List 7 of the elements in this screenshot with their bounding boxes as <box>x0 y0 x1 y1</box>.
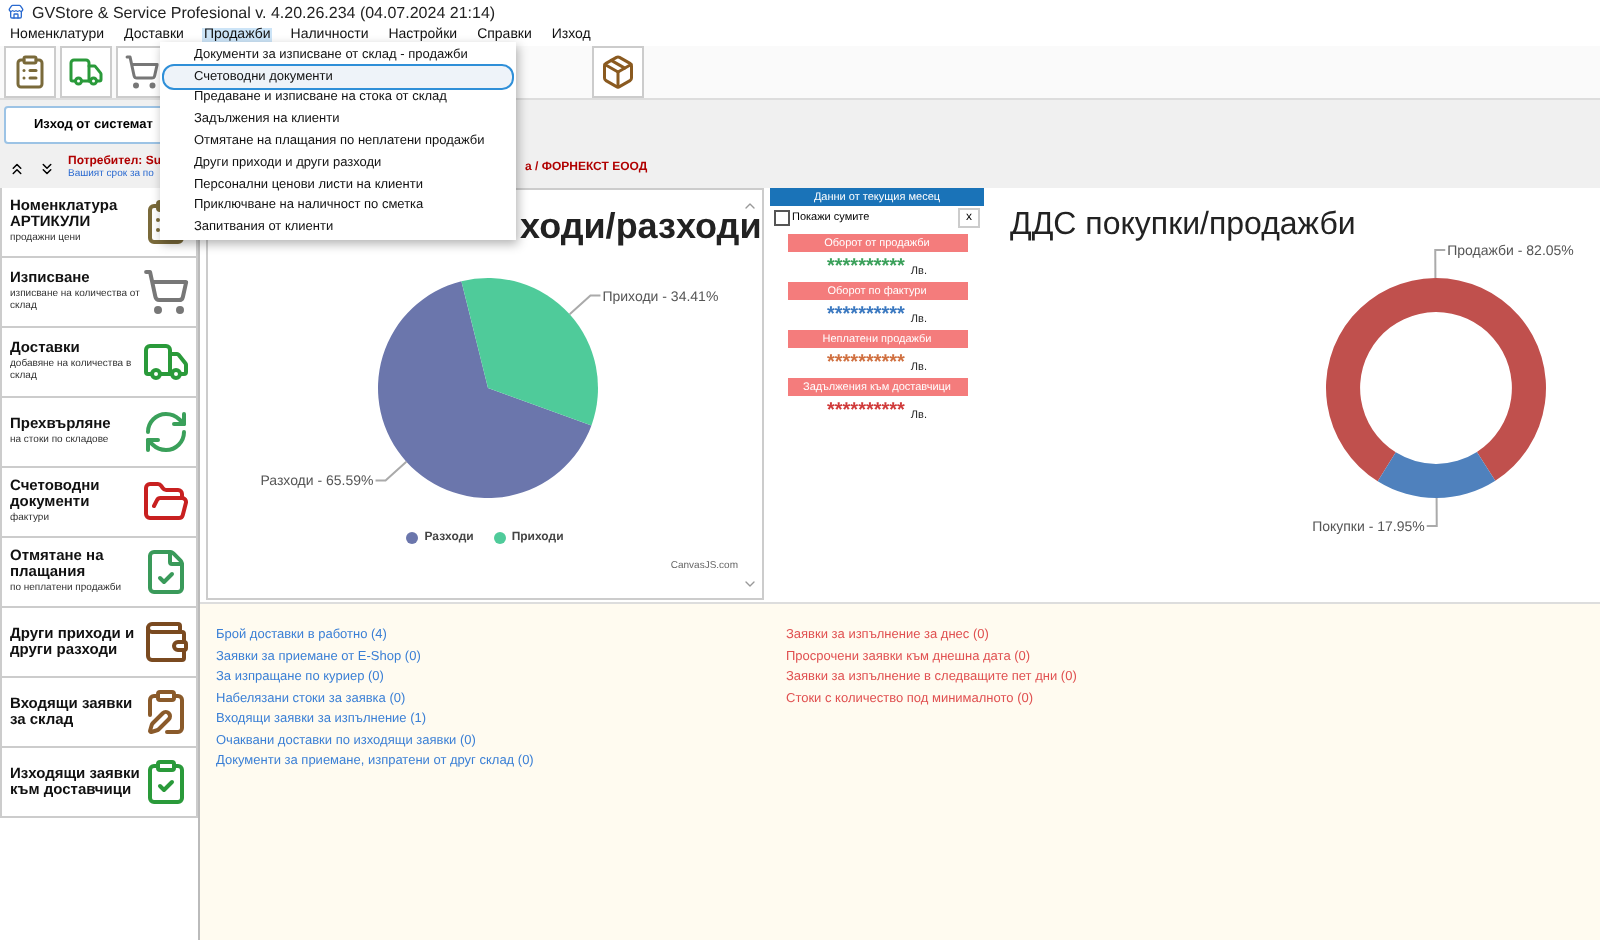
window-title: GVStore & Service Profesional v. 4.20.26.234 (04.07.2024 21:14) <box>32 3 496 21</box>
chart-title: ходи/разходи <box>520 206 762 248</box>
chart-title: ДДС покупки/продажби <box>1010 208 1358 244</box>
stat-value: ********** <box>827 354 905 374</box>
stat-value: ********** <box>827 402 905 422</box>
stat-value: ********** <box>827 258 905 278</box>
stat-value: ********** <box>827 306 905 326</box>
